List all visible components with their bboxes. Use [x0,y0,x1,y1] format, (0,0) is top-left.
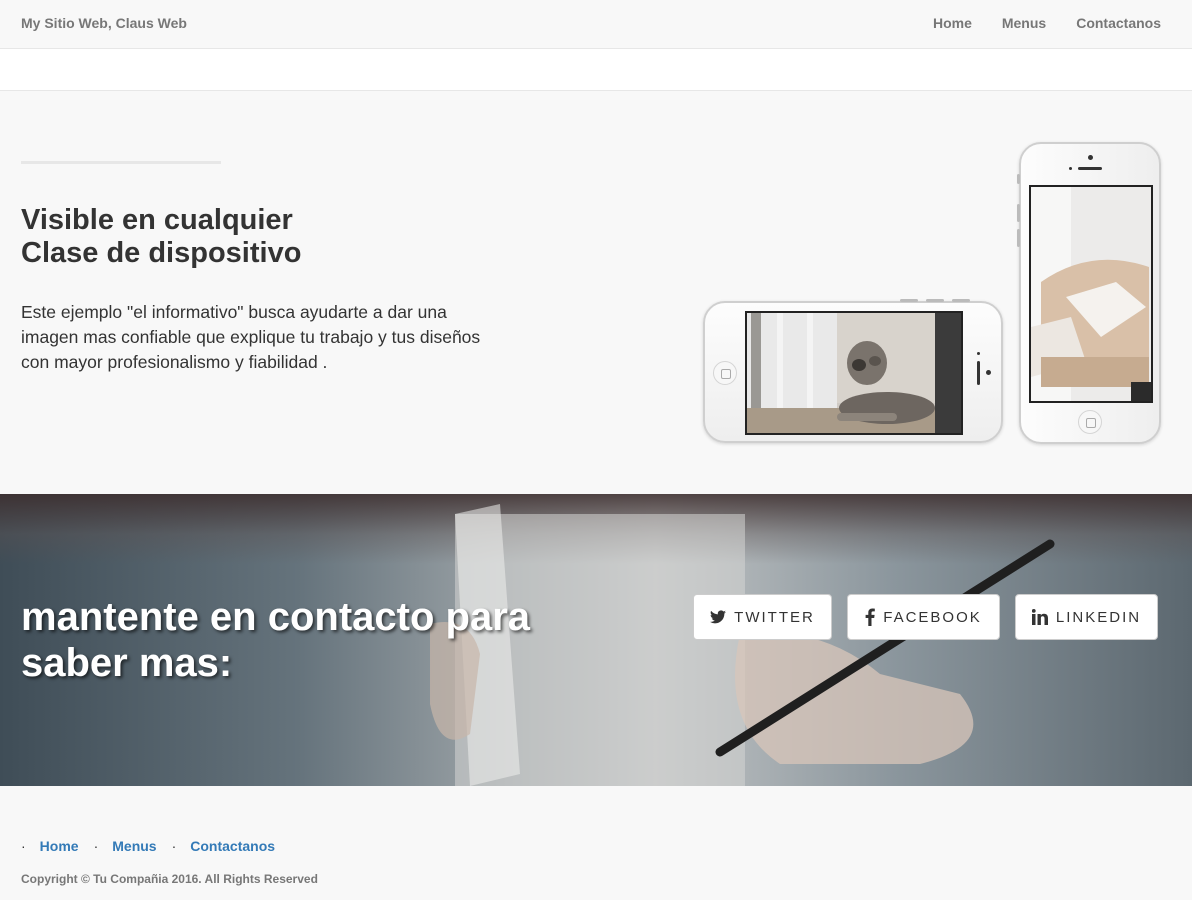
facebook-button[interactable]: FACEBOOK [847,594,1000,640]
footer-separator: · [171,838,177,854]
twitter-label: TWITTER [734,608,815,626]
footer-separator: · [21,838,26,854]
content-section: Visible en cualquier Clase de dispositiv… [0,91,1192,494]
twitter-button[interactable]: TWITTER [693,594,832,640]
banner-heading: mantente en contacto para saber mas: [21,594,621,686]
section-lead: Este ejemplo "el informativo" busca ayud… [21,302,481,372]
linkedin-icon [1031,609,1048,625]
dog-photo [745,311,963,435]
home-button-icon [1078,410,1102,434]
facebook-icon [865,608,876,626]
home-button-icon [713,361,737,385]
banner-heading-line2: saber mas: [21,641,233,685]
twitter-icon [710,610,727,624]
navbar: My Sitio Web, Claus Web Home Menus Conta… [0,0,1192,49]
nav-link-menus[interactable]: Menus [1002,15,1046,31]
phone-side-button [1017,204,1020,222]
phone-sensor-icon [1069,167,1072,170]
banner-heading-line1: mantente en contacto para [21,595,531,639]
brand-link[interactable]: My Sitio Web, Claus Web [21,15,187,31]
phone-camera-icon [1088,155,1093,160]
social-buttons: TWITTER FACEBOOK LINKEDIN [693,594,1158,640]
linkedin-label: LINKEDIN [1055,608,1142,626]
phone-speaker-icon [1078,167,1102,170]
phone-portrait-image [1017,142,1161,444]
footer-link-contactanos[interactable]: Contactanos [190,838,275,854]
header-spacer [0,49,1192,91]
section-heading-line2: Clase de dispositivo [21,237,302,269]
linkedin-button[interactable]: LINKEDIN [1015,594,1158,640]
section-heading: Visible en cualquier Clase de dispositiv… [21,204,521,270]
section-divider [21,161,221,164]
phone-landscape-image [703,299,1003,443]
sofa-photo [1029,185,1153,403]
contact-banner: mantente en contacto para saber mas: TWI… [0,494,1192,786]
copyright-text: Copyright © Tu Compañia 2016. All Rights… [21,872,318,886]
phone-speaker-icon [977,361,980,385]
section-heading-line1: Visible en cualquier [21,204,293,236]
phone-side-button [1017,229,1020,247]
nav-links: Home Menus Contactanos [933,15,1161,31]
phone-side-buttons [900,299,970,302]
footer-link-menus[interactable]: Menus [112,838,156,854]
footer: · Home · Menus · Contactanos Copyright ©… [0,786,1192,900]
nav-link-home[interactable]: Home [933,15,972,31]
footer-links: · Home · Menus · Contactanos [21,838,290,854]
phone-sensor-icon [977,352,980,355]
footer-link-home[interactable]: Home [40,838,79,854]
footer-separator: · [93,838,99,854]
phone-camera-icon [986,370,991,375]
nav-link-contactanos[interactable]: Contactanos [1076,15,1161,31]
facebook-label: FACEBOOK [883,608,982,626]
phone-side-button [1017,174,1020,184]
